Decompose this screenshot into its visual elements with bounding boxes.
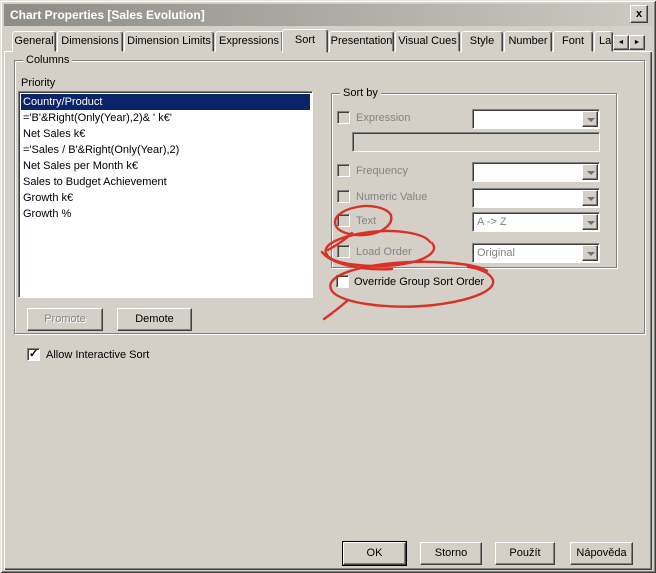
tab-scroll-left-icon[interactable]: ◄	[613, 35, 629, 50]
list-item[interactable]: Net Sales per Month k€	[21, 158, 310, 174]
list-item[interactable]: Sales to Budget Achievement	[21, 174, 310, 190]
override-group-sort-order-checkbox[interactable]	[336, 275, 349, 288]
window-title: Chart Properties [Sales Evolution]	[10, 8, 205, 22]
title-bar: Chart Properties [Sales Evolution]	[4, 4, 652, 26]
dropdown-arrow-icon[interactable]	[582, 111, 598, 127]
tab-sort[interactable]: Sort	[282, 29, 328, 53]
load-order-combobox[interactable]: Original	[472, 243, 600, 263]
dropdown-arrow-icon[interactable]	[582, 214, 598, 230]
expression-combobox[interactable]	[472, 109, 600, 129]
override-group-sort-order-label: Override Group Sort Order	[354, 276, 485, 288]
tab-expressions[interactable]: Expressions	[215, 31, 283, 52]
allow-interactive-sort-label: Allow Interactive Sort	[46, 349, 150, 361]
numeric-value-checkbox[interactable]	[337, 190, 350, 203]
list-item[interactable]: Country/Product	[21, 94, 310, 110]
ok-button[interactable]: OK	[342, 541, 407, 566]
priority-listbox[interactable]: Country/Product ='B'&Right(Only(Year),2)…	[18, 91, 313, 298]
sort-by-group-label: Sort by	[340, 87, 381, 100]
tab-presentation[interactable]: Presentation	[329, 31, 394, 52]
demote-button[interactable]: Demote	[117, 308, 192, 331]
list-item[interactable]: Net Sales k€	[21, 126, 310, 142]
load-order-checkbox[interactable]	[337, 245, 350, 258]
list-item[interactable]: Growth %	[21, 206, 310, 222]
frequency-combobox[interactable]	[472, 162, 600, 182]
allow-interactive-sort-checkbox[interactable]	[27, 348, 40, 361]
list-item[interactable]: ='Sales / B'&Right(Only(Year),2)	[21, 142, 310, 158]
numeric-value-label: Numeric Value	[356, 191, 428, 203]
chart-properties-dialog: Chart Properties [Sales Evolution] x Gen…	[0, 0, 656, 573]
priority-label: Priority	[21, 77, 56, 89]
frequency-label: Frequency	[356, 165, 408, 177]
dropdown-arrow-icon[interactable]	[582, 164, 598, 180]
expression-checkbox[interactable]	[337, 111, 350, 124]
columns-group-label: Columns	[23, 54, 73, 67]
close-icon[interactable]: x	[630, 5, 648, 23]
numeric-value-combobox[interactable]	[472, 188, 600, 208]
load-order-label: Load Order	[356, 246, 412, 258]
tab-general[interactable]: General	[12, 31, 56, 52]
help-button[interactable]: Nápověda	[570, 542, 633, 565]
tab-font[interactable]: Font	[553, 31, 593, 52]
tab-style[interactable]: Style	[461, 31, 503, 52]
tab-dimensions[interactable]: Dimensions	[57, 31, 123, 52]
expression-label: Expression	[356, 112, 411, 124]
expression-edit-field[interactable]	[352, 132, 600, 152]
apply-button[interactable]: Použít	[495, 542, 555, 565]
text-checkbox[interactable]	[337, 214, 350, 227]
tab-number[interactable]: Number	[504, 31, 552, 52]
tab-dimension-limits[interactable]: Dimension Limits	[124, 31, 214, 52]
list-item[interactable]: ='B'&Right(Only(Year),2)& ' k€'	[21, 110, 310, 126]
dropdown-arrow-icon[interactable]	[582, 245, 598, 261]
tab-scroll-right-icon[interactable]: ►	[629, 35, 645, 50]
text-label: Text	[356, 215, 377, 227]
promote-button[interactable]: Promote	[27, 308, 103, 331]
text-sort-combobox[interactable]: A -> Z	[472, 212, 600, 232]
tab-visual-cues[interactable]: Visual Cues	[395, 31, 460, 52]
frequency-checkbox[interactable]	[337, 164, 350, 177]
dropdown-arrow-icon[interactable]	[582, 190, 598, 206]
tab-layout-clipped[interactable]: La	[594, 31, 613, 52]
list-item[interactable]: Growth k€	[21, 190, 310, 206]
cancel-button[interactable]: Storno	[420, 542, 482, 565]
